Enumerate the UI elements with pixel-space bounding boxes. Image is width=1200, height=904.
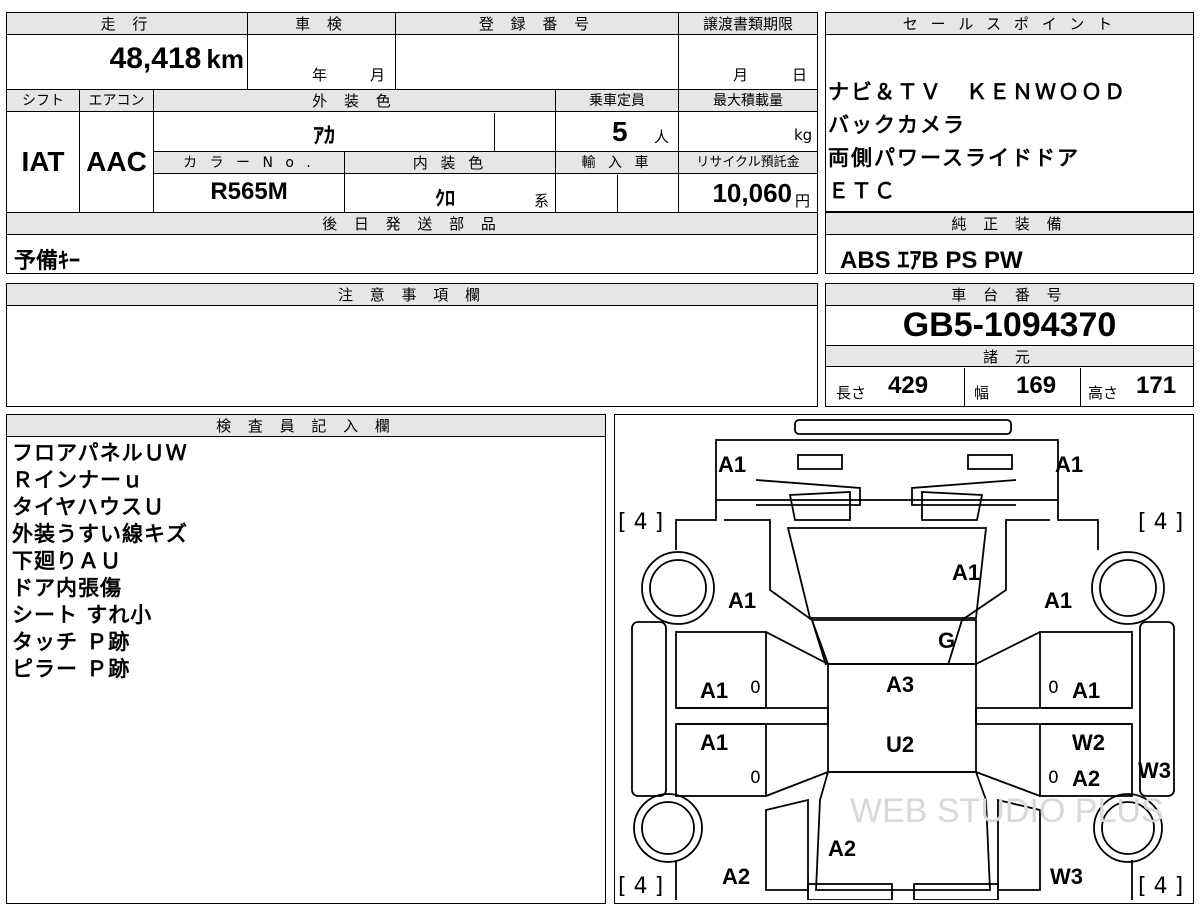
chassis-number: GB5-1094370 <box>902 306 1117 344</box>
sales-point-4: ＥＴＣ <box>828 179 897 203</box>
mark-hood: A1 <box>952 560 981 585</box>
note-6: ドア内張傷 <box>12 576 122 600</box>
mark-rear-right-door-b: A2 <box>1072 766 1101 791</box>
mark-rear-left-quarter: A2 <box>722 864 751 889</box>
transfer-month: 月 <box>733 66 749 84</box>
mileage-unit: km <box>206 44 244 74</box>
mark-front-right-door: A1 <box>1072 678 1101 703</box>
sales-point-2: バックカメラ <box>828 113 966 137</box>
mileage-header: 走 行 <box>7 13 247 35</box>
recycle-header: リサイクル預託金 <box>679 152 817 174</box>
transfer-day: 日 <box>792 66 808 84</box>
import-header: 輸 入 車 <box>556 152 678 174</box>
sales-point-1: ナビ＆ＴＶ ＫＥＮＷＯＯＤ <box>828 80 1127 104</box>
exterior-header: 外 装 色 <box>154 90 555 112</box>
later-parts-value: 予備ｷｰ <box>14 249 81 274</box>
specs-header: 諸 元 <box>826 345 1193 367</box>
caution-header: 注 意 事 項 欄 <box>7 284 817 306</box>
ac-header: エアコン <box>80 90 153 112</box>
note-2: Ｒインナーｕ <box>12 468 144 492</box>
note-7: シート すれ小 <box>12 603 153 627</box>
maxload-header: 最大積載量 <box>679 90 817 112</box>
vehicle-diagram: WEB STUDIO PLUS <box>631 419 1175 900</box>
maxload-unit: kg <box>794 126 813 144</box>
recycle-unit: 円 <box>795 192 811 210</box>
mark-rear-right-door-a: W2 <box>1072 730 1105 755</box>
watermark-text: WEB STUDIO PLUS <box>850 792 1164 830</box>
colorno-value: R565M <box>210 178 288 205</box>
ac-value: AAC <box>86 146 147 177</box>
transfer-header: 譲渡書類期限 <box>679 13 817 35</box>
zero-mark-left-rear: 0 <box>750 768 761 788</box>
interior-suffix: 系 <box>534 192 550 210</box>
mark-front-right-fender: A1 <box>1044 588 1073 613</box>
sales-point-3: 両側パワースライドドア <box>828 146 1080 170</box>
mark-front-right-corner: A1 <box>1055 452 1084 477</box>
mileage-number: 48,418 <box>109 42 202 75</box>
zero-mark-right-rear: 0 <box>1048 768 1059 788</box>
mark-rear-right-quarter: W3 <box>1050 864 1083 889</box>
inspection-header: 車 検 <box>248 13 395 35</box>
length-value: 429 <box>888 372 929 399</box>
tire-front-left: [ 4 ] <box>618 510 664 535</box>
mark-front-left-fender: A1 <box>728 588 757 613</box>
shift-value: IAT <box>21 146 65 177</box>
capacity-value: 5 <box>612 116 628 147</box>
tire-rear-left: [ 4 ] <box>618 874 664 899</box>
note-5: 下廻りＡＵ <box>12 549 122 573</box>
inspection-year: 年 <box>312 66 328 84</box>
shift-header: シフト <box>7 90 79 112</box>
exterior-value: ｱｶ <box>312 124 335 149</box>
mark-front-left-door: A1 <box>700 678 729 703</box>
mark-rear-glass: A2 <box>828 836 857 861</box>
registration-header: 登 録 番 号 <box>396 13 678 35</box>
sales-points-header: セ ー ル ス ポ イ ン ト <box>826 13 1193 35</box>
colorno-header: カ ラ ー N o . <box>154 152 344 174</box>
mark-front-left-corner: A1 <box>718 452 747 477</box>
recycle-value: 10,060 <box>712 178 792 208</box>
standard-equipment-value: ABS ｴｱB PS PW <box>840 247 1023 274</box>
mark-windshield: G <box>938 628 956 653</box>
note-8: タッチ Ｐ跡 <box>12 630 131 654</box>
note-1: フロアパネルＵＷ <box>12 441 188 465</box>
capacity-unit: 人 <box>654 128 670 146</box>
tire-front-right: [ 4 ] <box>1138 510 1184 535</box>
inspector-notes: フロアパネルＵＷ Ｒインナーｕ タイヤハウスＵ 外装うすい線キズ 下廻りＡＵ ド… <box>12 440 592 683</box>
mark-roof-front: A3 <box>886 672 915 697</box>
mileage-value: 48,418 km <box>10 42 244 86</box>
later-parts-header: 後 日 発 送 部 品 <box>7 213 817 235</box>
inspection-month: 月 <box>370 66 386 84</box>
mark-roof-rear: U2 <box>886 732 915 757</box>
interior-header: 内 装 色 <box>345 152 555 174</box>
mark-right-step: W3 <box>1138 758 1171 783</box>
height-label: 高さ <box>1088 384 1119 402</box>
zero-mark-right-front: 0 <box>1048 678 1059 698</box>
length-label: 長さ <box>836 384 867 402</box>
standard-equipment-header: 純 正 装 備 <box>826 213 1193 235</box>
note-9: ピラー Ｐ跡 <box>12 657 131 681</box>
capacity-header: 乗車定員 <box>556 90 678 112</box>
width-value: 169 <box>1016 372 1057 399</box>
zero-mark-left-front: 0 <box>750 678 761 698</box>
inspector-header: 検 査 員 記 入 欄 <box>7 415 605 437</box>
note-3: タイヤハウスＵ <box>12 495 165 519</box>
mark-rear-left-door: A1 <box>700 730 729 755</box>
note-4: 外装うすい線キズ <box>12 522 188 546</box>
tire-rear-right: [ 4 ] <box>1138 874 1184 899</box>
interior-value: ｸﾛ <box>435 186 455 210</box>
height-value: 171 <box>1136 372 1177 399</box>
width-label: 幅 <box>974 384 990 402</box>
chassis-header: 車 台 番 号 <box>826 284 1193 306</box>
sales-points-list: ナビ＆ＴＶ ＫＥＮＷＯＯＤ バックカメラ 両側パワースライドドア ＥＴＣ <box>828 76 1190 208</box>
